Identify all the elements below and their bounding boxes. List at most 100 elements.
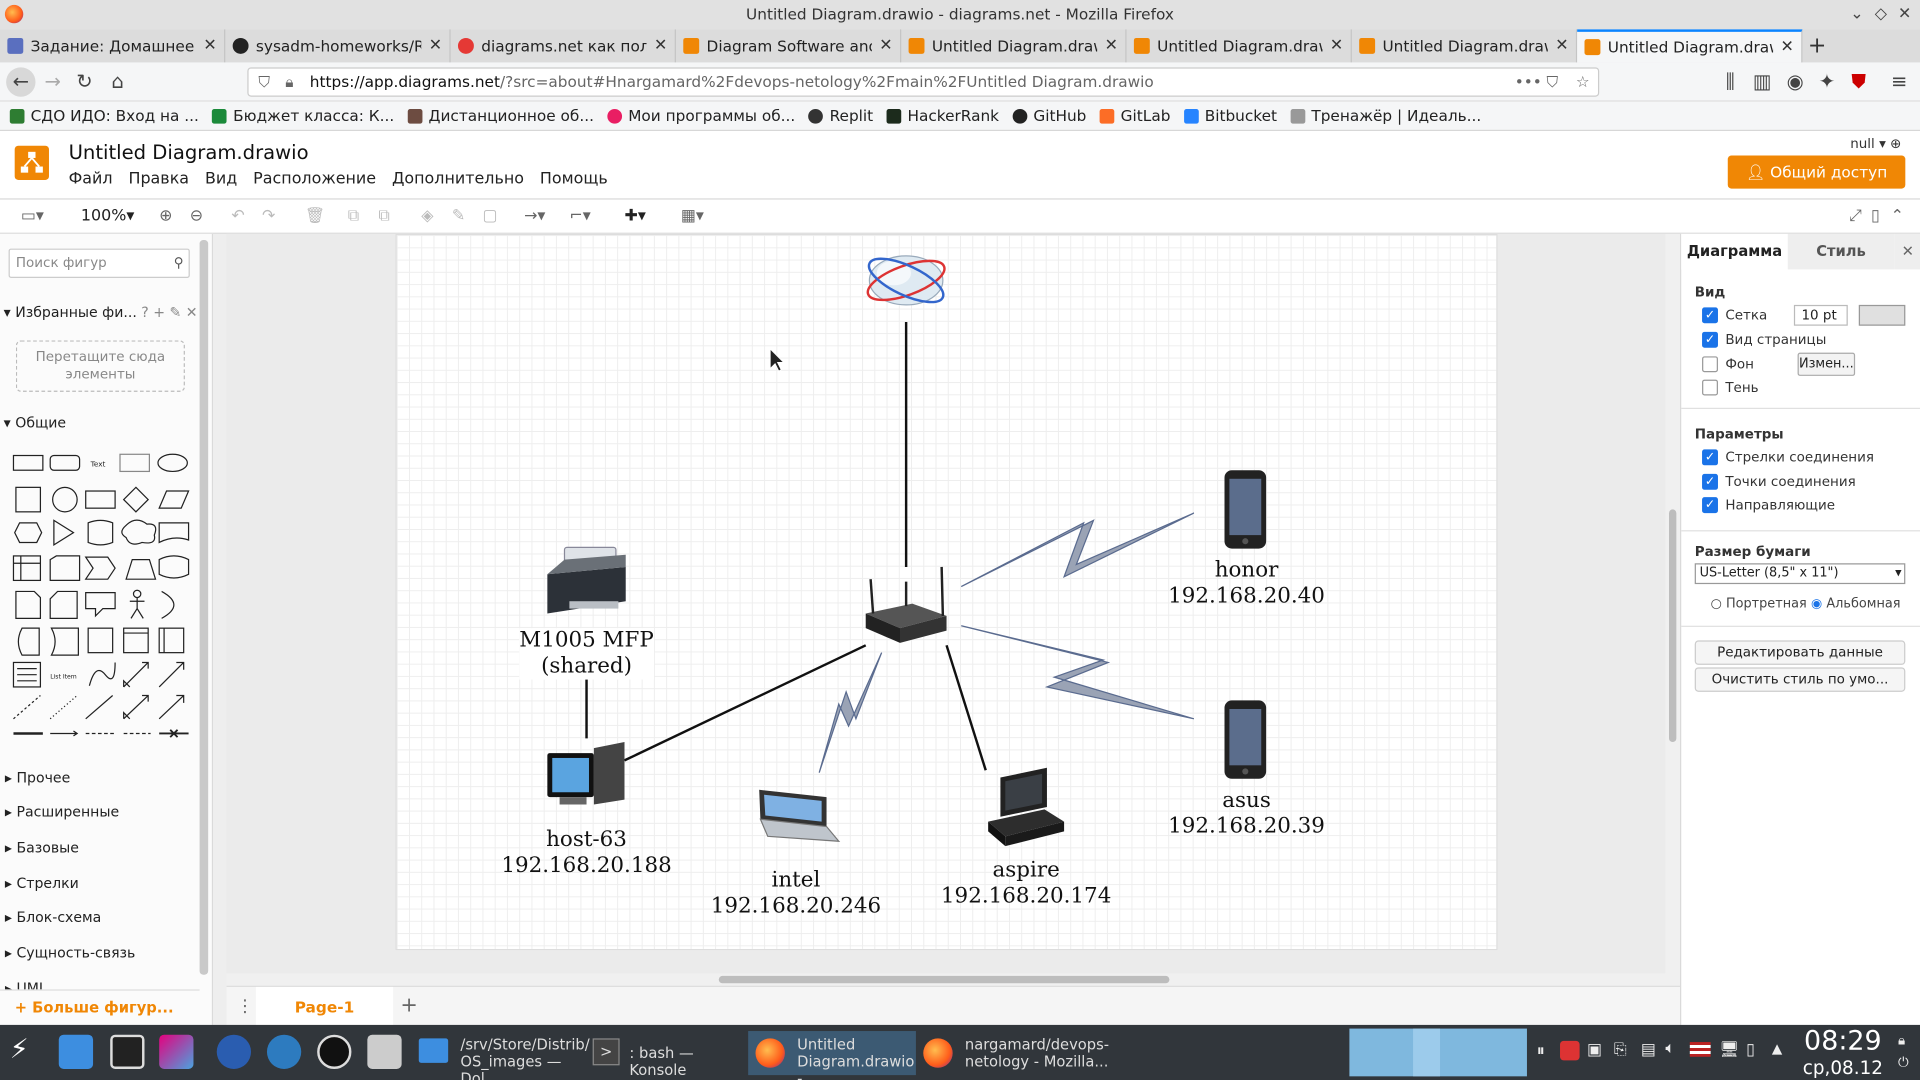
bookmark-item[interactable]: GitLab [1099, 107, 1170, 125]
lock-screen-icon[interactable]: 🔒︎ [1898, 1032, 1905, 1049]
to-front-icon[interactable]: ⧉ [348, 207, 359, 225]
user-label[interactable]: null ▾ ⊕ [1850, 136, 1901, 152]
browser-tab[interactable]: Задание: Домашнее за ✕ [0, 29, 226, 63]
clipboard-icon[interactable]: ⎘ [1614, 1041, 1627, 1059]
back-button[interactable]: ← [6, 67, 36, 97]
menu-view[interactable]: Вид [205, 170, 237, 188]
background-checkbox[interactable]: Фон [1702, 356, 1754, 373]
globe-icon[interactable]: ⊕ [1890, 136, 1901, 152]
virtual-desktops-pager[interactable] [1349, 1028, 1527, 1077]
fill-color-icon[interactable]: ◈ [421, 207, 433, 225]
wireless-link-asus[interactable] [961, 625, 1195, 720]
account-icon[interactable]: ◉ [1782, 70, 1809, 94]
volume-icon[interactable]: 🔈︎ [1665, 1040, 1675, 1058]
browser-tab[interactable]: diagrams.net как польз ✕ [451, 29, 676, 63]
category-basic[interactable]: ▸ Базовые [5, 839, 79, 856]
tab-close-icon[interactable]: ✕ [1105, 37, 1118, 55]
tab-close-icon[interactable]: ✕ [654, 37, 667, 55]
category-uml[interactable]: ▸ UML [5, 980, 47, 990]
category-arrows[interactable]: ▸ Стрелки [5, 874, 79, 891]
search-icon[interactable]: ⚲ [174, 250, 184, 277]
wireless-link-intel[interactable] [818, 652, 883, 773]
page-view-checkbox[interactable]: ✓ Вид страницы [1702, 331, 1826, 348]
task-file-manager[interactable]: /srv/Store/Distrib/OS_images — Dol... [414, 1031, 593, 1080]
page-tab[interactable]: Page-1 [255, 986, 394, 1027]
asus-label[interactable]: asus 192.168.20.39 [1168, 789, 1325, 840]
file-manager-icon[interactable] [58, 1034, 94, 1069]
browser-tab-active[interactable]: Untitled Diagram.drawio ✕ [1577, 29, 1803, 63]
tab-close-icon[interactable]: ✕ [1330, 37, 1343, 55]
app-icon[interactable] [367, 1034, 402, 1069]
smartphone-honor-icon[interactable] [1224, 470, 1267, 549]
power-icon[interactable]: ⏻ [1898, 1054, 1909, 1071]
zoom-select[interactable]: 100%▾ [81, 207, 135, 225]
library-icon[interactable]: ⫼ [1717, 70, 1744, 94]
browser-tab[interactable]: sysadm-homeworks/REA ✕ [225, 29, 451, 63]
tab-close-icon[interactable]: ✕ [1555, 37, 1568, 55]
intel-label[interactable]: intel 192.168.20.246 [711, 868, 881, 919]
tray-icon[interactable]: ▣ [1587, 1041, 1602, 1059]
bookmark-item[interactable]: Тренажёр | Идеаль... [1290, 107, 1481, 125]
app-launcher-icon[interactable]: ⚡︎ [10, 1035, 29, 1066]
shadow-icon[interactable]: ▢ [482, 207, 497, 225]
connection-points-checkbox[interactable]: ✓ Точки соединения [1702, 473, 1856, 490]
browser-tab[interactable]: Untitled Diagram.drawio ✕ [1352, 29, 1578, 63]
line-color-icon[interactable]: ✎ [452, 207, 465, 225]
task-firefox-drawio[interactable]: Untitled Diagram.drawio - ... [748, 1031, 916, 1080]
zoom-in-icon[interactable]: ⊕ [159, 207, 172, 225]
close-panel-icon[interactable]: ✕ [1894, 233, 1920, 270]
grid-color-swatch[interactable] [1858, 304, 1906, 326]
laptop-icon[interactable] [759, 789, 841, 842]
host63-label[interactable]: host-63 192.168.20.188 [501, 828, 671, 879]
desktop-computer-icon[interactable] [547, 742, 625, 805]
printer-icon[interactable] [547, 546, 626, 614]
table-icon[interactable]: ▦▾ [681, 207, 704, 225]
extension-icon[interactable]: ✦ [1813, 70, 1840, 94]
keyboard-layout-icon[interactable] [1689, 1042, 1711, 1057]
shadow-checkbox[interactable]: Тень [1702, 379, 1759, 396]
home-button[interactable]: ⌂ [104, 70, 131, 94]
landscape-radio[interactable]: ◉ Альбомная [1811, 596, 1900, 611]
zoom-out-icon[interactable]: ⊖ [190, 207, 203, 225]
category-flowchart[interactable]: ▸ Блок-схема [5, 909, 101, 926]
aspire-label[interactable]: aspire 192.168.20.174 [941, 858, 1111, 909]
tray-app-icon[interactable] [1560, 1040, 1580, 1061]
tab-close-icon[interactable]: ✕ [879, 37, 892, 55]
connection-icon[interactable]: →▾ [524, 207, 545, 225]
bookmark-star-icon[interactable]: ☆ [1576, 69, 1590, 96]
close-window-icon[interactable]: ✕ [1898, 0, 1911, 29]
scrollbar-thumb[interactable] [1668, 509, 1677, 743]
browser-tab[interactable]: Untitled Diagram.drawio ✕ [901, 29, 1127, 63]
sidebar-icon[interactable]: ▥ [1749, 70, 1776, 94]
more-shapes-button[interactable]: + Больше фигур... [15, 999, 174, 1016]
pocket-icon[interactable]: ⛉ [1547, 69, 1558, 96]
category-er[interactable]: ▸ Сущность-связь [5, 944, 135, 961]
favorites-dropzone[interactable]: Перетащите сюда элементы [15, 340, 185, 392]
bookmark-item[interactable]: Мои программы об... [607, 107, 795, 125]
new-tab-button[interactable]: + [1802, 29, 1831, 62]
honor-label[interactable]: honor 192.168.20.40 [1168, 558, 1325, 609]
diagram-canvas[interactable]: M1005 MFP (shared) host-63 192.168.20.188 … [226, 233, 1666, 974]
share-button[interactable]: 👤︎ Общий доступ [1727, 155, 1906, 189]
toggle-format-icon[interactable]: ▯ [1871, 207, 1880, 225]
tab-diagram[interactable]: Диаграмма [1681, 233, 1788, 270]
ublock-icon[interactable]: ⛊ [1845, 70, 1872, 94]
waypoints-icon[interactable]: ⌐▾ [569, 207, 590, 225]
storage-icon[interactable]: ▤ [1641, 1041, 1656, 1059]
task-konsole[interactable]: >: bash — Konsole [588, 1031, 747, 1079]
obs-icon[interactable] [317, 1034, 352, 1069]
router-icon[interactable] [865, 566, 947, 643]
clear-default-style-button[interactable]: Очистить стиль по умо... [1694, 667, 1906, 692]
collapse-icon[interactable]: ⌃ [1891, 207, 1904, 225]
headphones-icon[interactable] [216, 1034, 252, 1069]
menu-edit[interactable]: Правка [128, 170, 189, 188]
krita-icon[interactable] [159, 1034, 194, 1069]
printer-label[interactable]: M1005 MFP (shared) [519, 628, 654, 680]
tab-close-icon[interactable]: ✕ [429, 37, 442, 55]
canvas-horizontal-scrollbar[interactable] [226, 973, 1666, 986]
bookmark-item[interactable]: HackerRank [886, 107, 999, 125]
smartphone-asus-icon[interactable] [1224, 700, 1267, 779]
task-firefox-github[interactable]: nargamard/devops-netology - Mozilla... [918, 1031, 1109, 1075]
network-icon[interactable]: 🖥︎ [1719, 1041, 1739, 1059]
shape-palette[interactable]: Text List Item [10, 447, 194, 741]
